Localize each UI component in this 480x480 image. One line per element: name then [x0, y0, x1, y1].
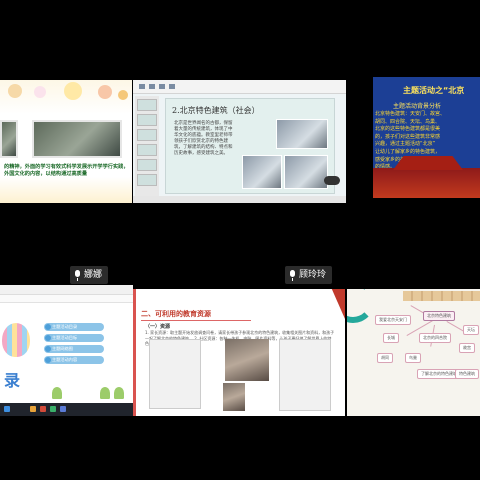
decorative-strip: [403, 291, 480, 301]
slide-canvas[interactable]: 2.北京特色建筑（社会） 北京是世界闻名的古都，保留着大量的传统建筑，体现了中华…: [165, 98, 335, 194]
app-icon[interactable]: [60, 406, 66, 412]
slide-photo: [284, 155, 328, 189]
app-icon[interactable]: [40, 406, 46, 412]
contents-item: 主题活动目标: [44, 334, 104, 342]
flower-icon: [34, 86, 46, 98]
mindmap-node: 北京的四合院: [419, 333, 451, 343]
flower-icon: [8, 84, 22, 98]
toolbar-icon[interactable]: [169, 84, 175, 89]
activity-photo: [0, 120, 18, 158]
participant-label: 顾玲玲: [285, 266, 333, 284]
activity-photo: [32, 120, 122, 158]
decorative-arc: [347, 289, 375, 323]
taskbar: [0, 403, 133, 416]
mindmap-center: 北京特色建筑: [423, 311, 455, 321]
editor-toolbar: [133, 80, 346, 94]
mindmap-node: 胡同: [377, 353, 393, 363]
mindmap-node: 天坛: [463, 325, 479, 335]
mindmap-node: 特色建筑: [455, 369, 479, 379]
editor-ribbon: [0, 295, 133, 303]
slide-thumbnail[interactable]: [137, 114, 157, 126]
heading-underline: [141, 320, 251, 321]
slide-heading: 二、可利用的教育资源: [141, 310, 211, 318]
status-bar: [133, 196, 346, 203]
slide-caption: 的精神，外面的学习有效式科学发展示开学学行实践，外国文化的内容，以结构通过高质量: [4, 164, 129, 177]
participant-label: 娜娜: [70, 266, 109, 284]
editor-toolbar: [0, 285, 133, 295]
video-tile-5[interactable]: 二、可利用的教育资源 （一）资源 1. 家长资源：取主题开始发放调查问卷，请家长…: [133, 289, 345, 416]
slide-thumbnail-panel[interactable]: [135, 96, 159, 201]
participant-name: 顾玲玲: [299, 270, 327, 280]
tree-icon: [114, 387, 124, 399]
slide-line: 让幼儿了解家乡的特色建筑，: [375, 148, 441, 155]
toolbar-icon[interactable]: [159, 84, 165, 89]
tree-icon: [100, 387, 110, 399]
contents-item: 主题网络图: [44, 345, 104, 353]
survey-document-image: [279, 339, 331, 411]
app-icon[interactable]: [30, 406, 36, 412]
app-icon[interactable]: [50, 406, 56, 412]
video-tile-6[interactable]: 北京特色建筑 我爱北京天安门 天坛 长城 北京的四合院 故宫 胡同 鸟巢 了解北…: [347, 289, 480, 416]
slide-line: 北京的这些特色建筑都是很美: [375, 126, 441, 133]
video-tile-1[interactable]: 的精神，外面的学习有效式科学发展示开学学行实践，外国文化的内容，以结构通过高质量: [0, 80, 132, 203]
hot-air-balloon-icon: [2, 323, 30, 357]
mindmap-node: 鸟巢: [405, 353, 421, 363]
slide-thumbnail[interactable]: [137, 159, 157, 171]
slide-subtitle: 主题活动背景分析: [393, 103, 442, 110]
slide-thumbnail[interactable]: [137, 99, 157, 111]
slide-title: 2.北京特色建筑（社会）: [172, 106, 260, 115]
microphone-icon: [74, 269, 81, 281]
corner-decoration: [331, 289, 345, 319]
slide-thumbnail[interactable]: [137, 129, 157, 141]
microphone-icon: [289, 269, 296, 281]
contents-menu: 主题活动目录 主题活动目标 主题网络图 主题活动内容: [44, 323, 104, 367]
flower-icon: [118, 90, 128, 100]
flower-icon: [64, 82, 82, 100]
survey-document-image: [149, 339, 201, 409]
slide-thumbnail[interactable]: [137, 144, 157, 156]
contents-item: 主题活动目录: [44, 323, 104, 331]
flower-footer: [0, 177, 132, 203]
slide-line: 北京特色建筑：天安门、故宫、: [375, 111, 446, 117]
slide-title: 录: [4, 371, 21, 390]
tree-icon: [52, 387, 62, 399]
contents-item: 主题活动内容: [44, 356, 104, 364]
slide-subheading: （一）资源: [145, 324, 171, 330]
video-tile-3[interactable]: 主题活动之“北京 主题活动背景分析 北京特色建筑：天安门、故宫、 胡同、四合院、…: [373, 77, 480, 198]
slide-photo: [242, 155, 282, 189]
building-illustration: [373, 168, 480, 198]
slide-photo: [276, 119, 328, 149]
flower-banner: [0, 80, 132, 114]
mindmap-node: 故宫: [459, 343, 475, 353]
video-tile-4[interactable]: 录 主题活动目录 主题活动目标 主题网络图 主题活动内容: [0, 285, 133, 416]
start-icon[interactable]: [4, 406, 10, 412]
resource-photo: [223, 383, 245, 411]
video-tile-2[interactable]: 2.北京特色建筑（社会） 北京是世界闻名的古都，保留着大量的传统建筑，体现了中华…: [133, 80, 346, 203]
slide-thumbnail[interactable]: [137, 174, 157, 186]
mindmap-node: 长城: [383, 333, 399, 343]
slide-title: 主题活动之“北京: [403, 86, 465, 95]
toolbar-icon[interactable]: [139, 84, 145, 89]
slide-line: 兴趣，通过主题活动“北京”: [375, 141, 436, 148]
accent-bar: [133, 289, 136, 416]
slide-text: 北京是世界闻名的古都，保留着大量的传统建筑，体现了中华文化的底蕴。教室里老师带领…: [174, 121, 233, 156]
participant-name: 娜娜: [84, 270, 103, 280]
mindmap-node: 我爱北京天安门: [375, 315, 411, 325]
toolbar-icon[interactable]: [149, 84, 155, 89]
resource-photo: [225, 339, 269, 381]
slide-canvas[interactable]: 录 主题活动目录 主题活动目标 主题网络图 主题活动内容: [0, 309, 133, 401]
camera-icon[interactable]: [324, 176, 340, 185]
flower-icon: [98, 85, 112, 99]
